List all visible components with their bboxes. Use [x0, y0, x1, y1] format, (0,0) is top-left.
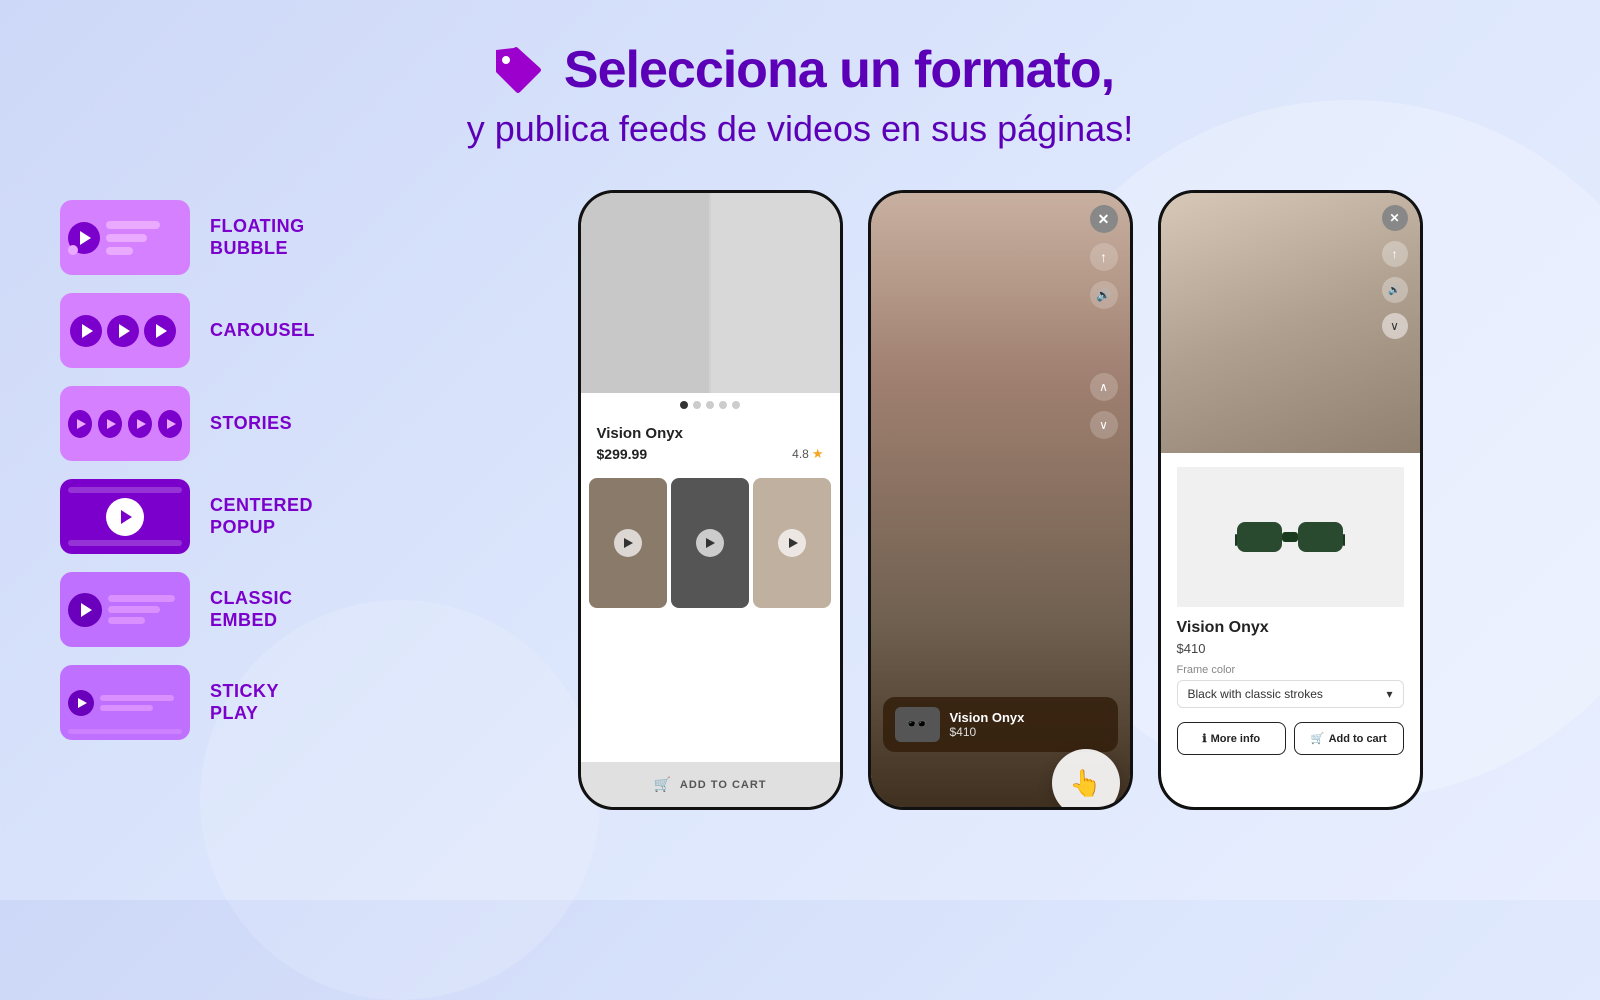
classic-embed-icon-box [60, 572, 190, 647]
p2-close-btn[interactable]: ✕ [1090, 205, 1118, 233]
carousel-icon-box [60, 293, 190, 368]
p3-product-name: Vision Onyx [1177, 619, 1404, 637]
stories-icon-box [60, 386, 190, 461]
p2-product-name: Vision Onyx [950, 710, 1025, 725]
sidebar-item-floating-bubble[interactable]: FLOATING BUBBLE [60, 200, 410, 275]
sticky-play-icon-box [60, 665, 190, 740]
p3-dropdown-icon: ▾ [1386, 687, 1392, 701]
floating-bubble-label: FLOATING BUBBLE [210, 216, 305, 259]
p3-video-area: ✕ ↑ 🔊 ∨ [1161, 193, 1420, 453]
p1-thumb-3 [753, 478, 831, 608]
p3-frame-select[interactable]: Black with classic strokes ▾ [1177, 680, 1404, 708]
p3-more-info-button[interactable]: ℹ More info [1177, 722, 1287, 755]
carousel-play1 [70, 315, 102, 347]
phone-stories: ✕ ↑ 🔊 ∧ ∨ 🕶️ Vision Onyx $410 [868, 190, 1133, 810]
bubble-dot [68, 245, 78, 255]
page-title: Selecciona un formato, [564, 40, 1114, 100]
p2-share-btn[interactable]: ↑ [1090, 243, 1118, 271]
sidebar-item-sticky-play[interactable]: STICKY PLAY [60, 665, 410, 740]
classic-embed-label: CLASSIC EMBED [210, 588, 293, 631]
format-sidebar: FLOATING BUBBLE CAROUSEL [60, 190, 410, 740]
centered-popup-icon-box [60, 479, 190, 554]
p1-video-grid [581, 470, 840, 616]
p3-price: $410 [1177, 641, 1404, 656]
p3-product-panel: Vision Onyx $410 Frame color Black with … [1161, 453, 1420, 769]
phone-popup: ✕ ↑ 🔊 ∨ V [1158, 190, 1423, 810]
p1-hero-image [581, 193, 840, 393]
centered-popup-label: CENTERED POPUP [210, 495, 313, 538]
p2-sound-btn[interactable]: 🔊 [1090, 281, 1118, 309]
p3-sound-btn[interactable]: 🔊 [1382, 277, 1408, 303]
p2-down-btn[interactable]: ∨ [1090, 411, 1118, 439]
carousel-play2 [107, 315, 139, 347]
p2-tap-gesture: 👆 [1052, 749, 1120, 807]
p1-thumb-1 [589, 478, 667, 608]
p1-add-to-cart-bar[interactable]: 🛒 ADD TO CART [581, 762, 840, 807]
cart-icon-p3: 🛒 [1311, 732, 1325, 745]
p3-frame-value: Black with classic strokes [1188, 687, 1323, 701]
p2-video-bg: ✕ ↑ 🔊 ∧ ∨ 🕶️ Vision Onyx $410 [871, 193, 1130, 807]
phones-container: Vision Onyx $299.99 4.8 ★ [440, 190, 1560, 810]
p3-chevron-btn[interactable]: ∨ [1382, 313, 1408, 339]
p3-frame-label: Frame color [1177, 664, 1404, 676]
cart-icon: 🛒 [653, 776, 671, 793]
tag-icon [486, 40, 546, 100]
p1-dots [581, 393, 840, 417]
carousel-play3 [144, 315, 176, 347]
sticky-play-play [68, 690, 94, 716]
sidebar-item-carousel[interactable]: CAROUSEL [60, 293, 410, 368]
p2-product-bar: 🕶️ Vision Onyx $410 [883, 697, 1118, 752]
sticky-play-label: STICKY PLAY [210, 681, 279, 724]
lines-floating [106, 221, 182, 255]
p1-rating: 4.8 ★ [792, 446, 823, 462]
p2-product-price: $410 [950, 725, 1025, 739]
p3-add-to-cart-button[interactable]: 🛒 Add to cart [1294, 722, 1404, 755]
p2-up-btn[interactable]: ∧ [1090, 373, 1118, 401]
p3-close-btn[interactable]: ✕ [1382, 205, 1408, 231]
p3-product-image [1177, 467, 1404, 607]
floating-bubble-icon-box [60, 200, 190, 275]
carousel-label: CAROUSEL [210, 320, 315, 342]
sidebar-item-centered-popup[interactable]: CENTERED POPUP [60, 479, 410, 554]
centered-popup-play [106, 498, 144, 536]
p2-product-img: 🕶️ [895, 707, 940, 742]
page-header: Selecciona un formato, y publica feeds d… [0, 0, 1600, 170]
p1-price: $299.99 [597, 446, 648, 462]
p3-action-buttons: ℹ More info 🛒 Add to cart [1177, 722, 1404, 755]
sidebar-item-classic-embed[interactable]: CLASSIC EMBED [60, 572, 410, 647]
p1-product-name: Vision Onyx [597, 425, 824, 442]
info-icon: ℹ [1202, 732, 1206, 745]
p3-share-btn[interactable]: ↑ [1382, 241, 1408, 267]
add-to-cart-label: ADD TO CART [680, 779, 767, 791]
classic-embed-play [68, 593, 102, 627]
page-subtitle: y publica feeds de videos en sus páginas… [0, 108, 1600, 150]
phone-feed: Vision Onyx $299.99 4.8 ★ [578, 190, 843, 810]
stories-label: STORIES [210, 413, 292, 435]
sidebar-item-stories[interactable]: STORIES [60, 386, 410, 461]
p1-thumb-2 [671, 478, 749, 608]
